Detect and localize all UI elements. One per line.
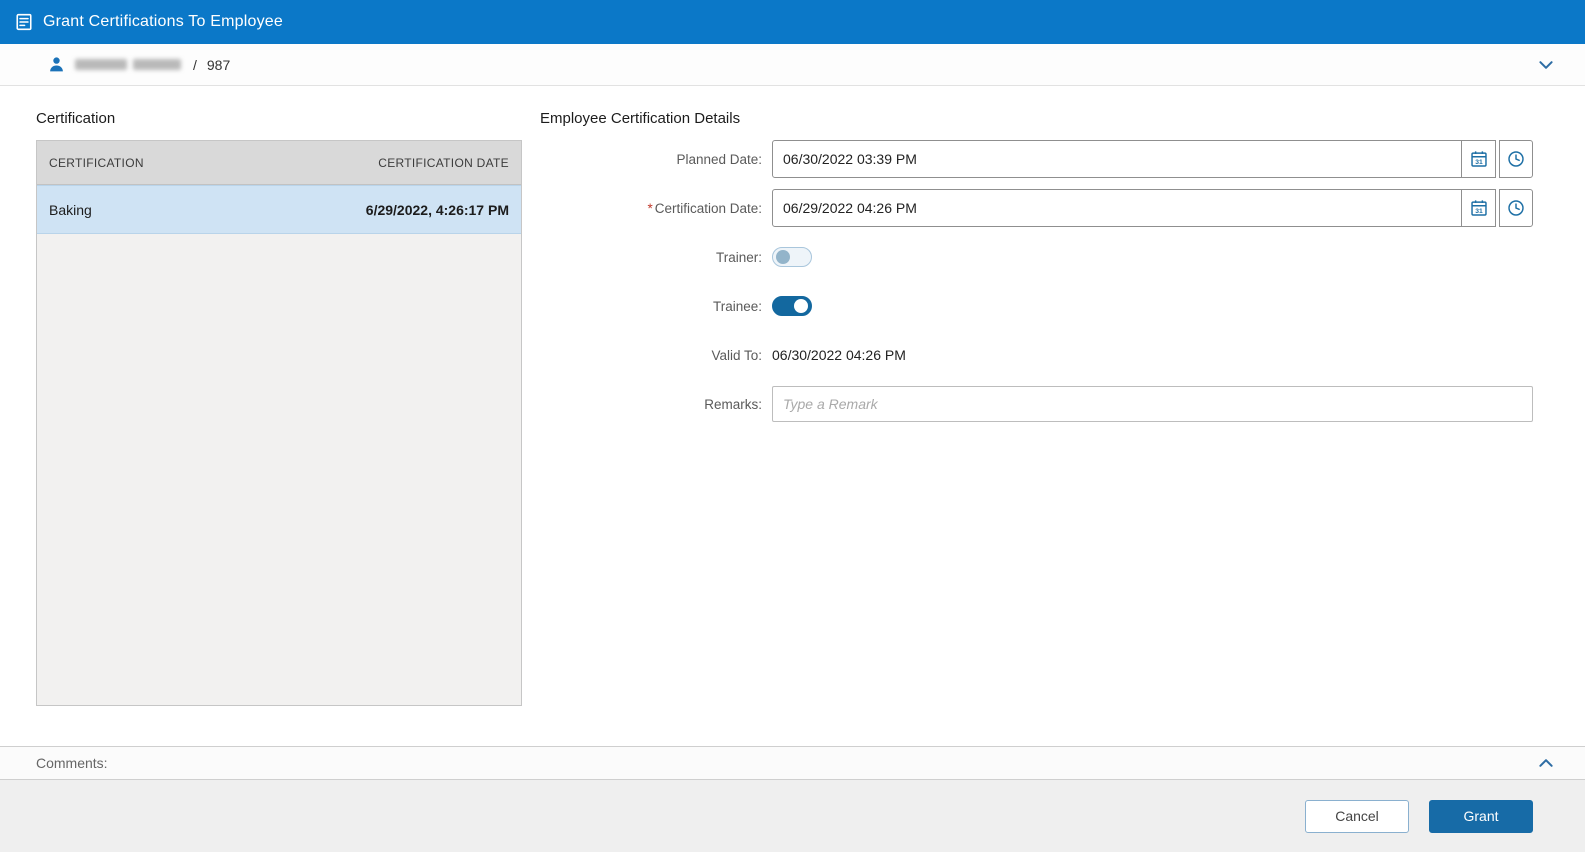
- trainee-toggle[interactable]: [772, 296, 812, 316]
- certification-date-label: * Certification Date:: [540, 201, 772, 216]
- svg-text:31: 31: [1475, 208, 1483, 215]
- column-header-certification: CERTIFICATION: [49, 155, 144, 170]
- certification-date-input[interactable]: [773, 190, 1461, 226]
- certification-name: Baking: [49, 201, 92, 218]
- grant-certifications-dialog: Grant Certifications To Employee / 987 C…: [0, 0, 1585, 852]
- chevron-down-icon[interactable]: [1537, 56, 1555, 74]
- grant-button[interactable]: Grant: [1429, 799, 1533, 833]
- required-marker: *: [647, 200, 653, 216]
- certification-panel-title: Certification: [36, 110, 116, 127]
- certification-date-inputwrap: 31: [772, 189, 1496, 227]
- dialog-title: Grant Certifications To Employee: [43, 13, 283, 30]
- main-content: Certification CERTIFICATION CERTIFICATIO…: [0, 86, 1585, 746]
- comments-label: Comments:: [36, 755, 108, 771]
- employee-separator: /: [193, 56, 197, 73]
- trainee-row: Trainee:: [540, 287, 1533, 325]
- table-row[interactable]: Baking 6/29/2022, 4:26:17 PM: [37, 185, 521, 234]
- planned-date-inputwrap: 31: [772, 140, 1496, 178]
- trainee-label: Trainee:: [712, 298, 762, 314]
- certification-table-header: CERTIFICATION CERTIFICATION DATE: [37, 141, 521, 185]
- employee-name-redacted: [75, 59, 181, 70]
- remarks-row: Remarks:: [540, 385, 1533, 423]
- details-panel-title: Employee Certification Details: [540, 110, 741, 127]
- svg-text:31: 31: [1475, 159, 1483, 166]
- planned-date-input[interactable]: [773, 141, 1461, 177]
- certification-date-label-text: Certification Date:: [654, 200, 762, 216]
- clock-icon[interactable]: [1499, 189, 1533, 227]
- certification-date-cell: 6/29/2022, 4:26:17 PM: [365, 201, 509, 218]
- employee-id: 987: [206, 56, 231, 73]
- calendar-icon[interactable]: 31: [1461, 141, 1495, 177]
- column-header-certification-date: CERTIFICATION DATE: [378, 155, 509, 170]
- details-panel: Employee Certification Details Planned D…: [540, 110, 1533, 746]
- comments-bar: Comments:: [0, 746, 1585, 780]
- person-icon: [48, 56, 65, 73]
- certification-panel: Certification CERTIFICATION CERTIFICATIO…: [36, 110, 522, 746]
- employee-bar: / 987: [0, 44, 1585, 86]
- certificate-icon: [15, 13, 33, 31]
- certification-date-group: 31: [772, 189, 1533, 227]
- valid-to-value: 06/30/2022 04:26 PM: [772, 347, 906, 363]
- clock-icon[interactable]: [1499, 140, 1533, 178]
- valid-to-label: Valid To:: [711, 347, 762, 363]
- planned-date-label: Planned Date:: [676, 151, 762, 167]
- planned-date-group: 31: [772, 140, 1533, 178]
- chevron-up-icon[interactable]: [1537, 754, 1555, 772]
- calendar-icon[interactable]: 31: [1461, 190, 1495, 226]
- trainer-toggle[interactable]: [772, 247, 812, 267]
- valid-to-row: Valid To: 06/30/2022 04:26 PM: [540, 336, 1533, 374]
- planned-date-row: Planned Date: 06/30/2022 03:39 PM 31: [540, 140, 1533, 178]
- trainer-label: Trainer:: [715, 249, 762, 265]
- title-bar: Grant Certifications To Employee: [0, 0, 1585, 44]
- footer-actions: Cancel Grant: [0, 780, 1585, 852]
- cancel-button[interactable]: Cancel: [1305, 799, 1409, 833]
- certification-date-row: * Certification Date: 06/29/2022 04:26 P…: [540, 189, 1533, 227]
- certification-table: CERTIFICATION CERTIFICATION DATE Baking …: [36, 140, 522, 706]
- trainer-row: Trainer:: [540, 238, 1533, 276]
- remarks-label: Remarks:: [704, 396, 762, 412]
- remarks-input[interactable]: [772, 386, 1533, 422]
